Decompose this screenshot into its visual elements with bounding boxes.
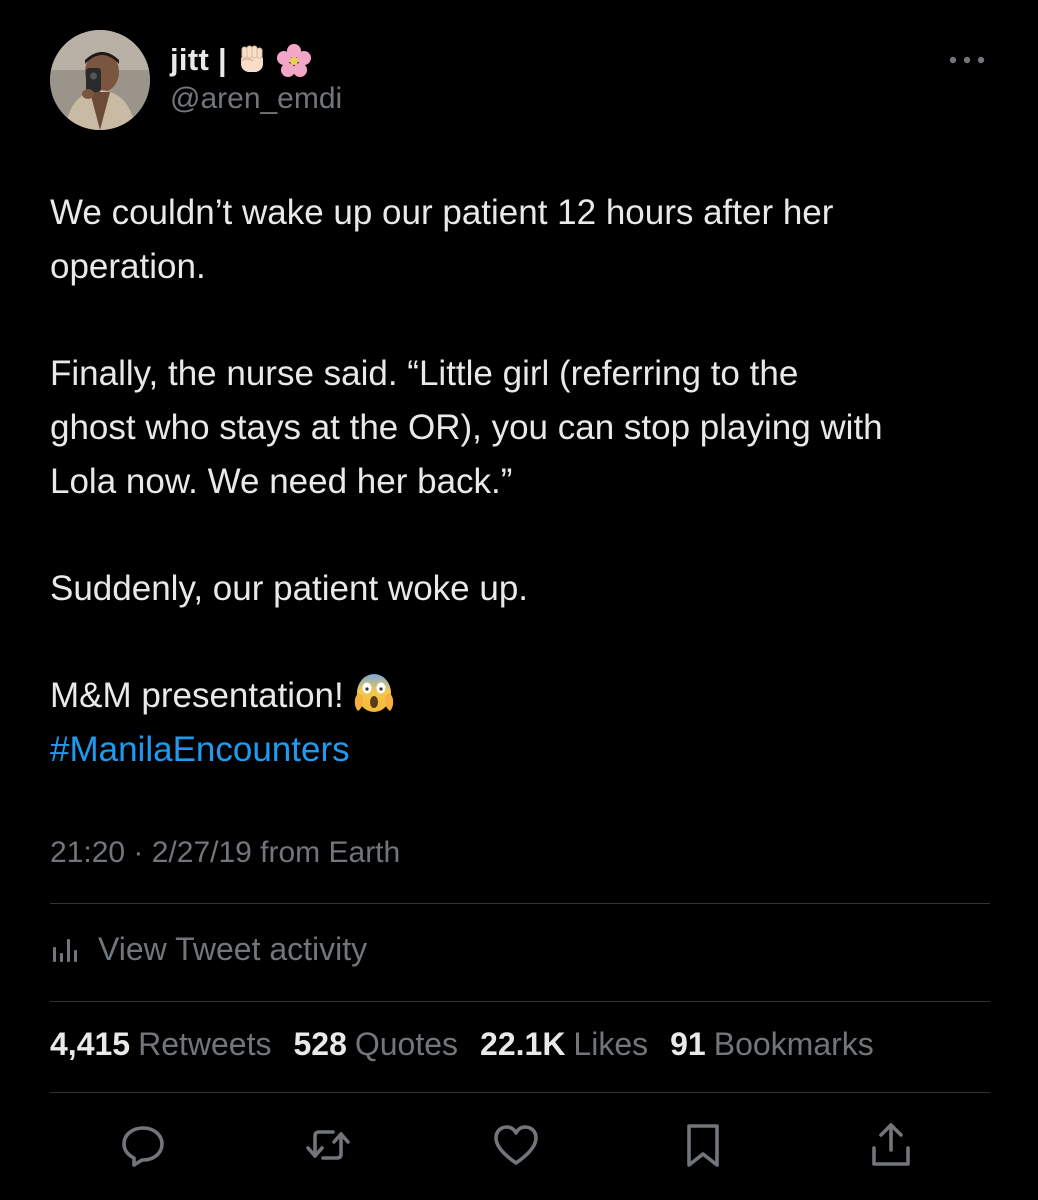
- retweet-icon[interactable]: [303, 1120, 353, 1170]
- bookmarks-label: Bookmarks: [713, 1026, 874, 1062]
- avatar[interactable]: [50, 30, 150, 130]
- tweet-line: operation.: [50, 247, 206, 286]
- face-screaming-in-fear-emoji-icon: [354, 674, 393, 712]
- likes-stat[interactable]: 22.1K Likes: [480, 1026, 648, 1063]
- raised-fist-emoji-icon: [240, 45, 263, 72]
- author-display-name[interactable]: jitt |: [170, 42, 227, 78]
- bookmarks-stat[interactable]: 91 Bookmarks: [670, 1026, 874, 1063]
- retweets-label: Retweets: [138, 1026, 272, 1062]
- share-icon[interactable]: [866, 1120, 916, 1170]
- quotes-label: Quotes: [354, 1026, 459, 1062]
- tweet-timestamp[interactable]: 21:20 · 2/27/19 from Earth: [50, 836, 400, 870]
- divider: [50, 1092, 990, 1093]
- heart-icon[interactable]: [491, 1120, 541, 1170]
- divider: [50, 1001, 990, 1002]
- tweet-paragraph: Suddenly, our patient woke up.: [50, 562, 1000, 616]
- author-handle[interactable]: @aren_emdi: [170, 82, 342, 116]
- tweet-line: ghost who stays at the OR), you can stop…: [50, 408, 883, 447]
- likes-count: 22.1K: [480, 1026, 566, 1062]
- quotes-stat[interactable]: 528 Quotes: [293, 1026, 458, 1063]
- tweet-line: Finally, the nurse said. “Little girl (r…: [50, 354, 799, 393]
- author-name-row: jitt |: [170, 38, 311, 82]
- tweet-text: We couldn’t wake up our patient 12 hours…: [50, 186, 1000, 777]
- bookmarks-count: 91: [670, 1026, 706, 1062]
- retweets-stat[interactable]: 4,415 Retweets: [50, 1026, 271, 1063]
- divider: [50, 903, 990, 904]
- tweet-line: Suddenly, our patient woke up.: [50, 569, 529, 608]
- tweet-closing-text: M&M presentation!: [50, 676, 344, 715]
- analytics-bars-icon: [53, 939, 77, 962]
- cherry-blossom-emoji-icon: [276, 44, 311, 77]
- reply-icon[interactable]: [118, 1120, 168, 1170]
- view-tweet-activity-button[interactable]: View Tweet activity: [50, 926, 367, 972]
- hashtag-link[interactable]: #ManilaEncounters: [50, 723, 1000, 777]
- tweet-action-bar: [118, 1120, 918, 1170]
- engagement-stats: 4,415 Retweets 528 Quotes 22.1K Likes 91 Boo…: [50, 1026, 874, 1063]
- tweet-paragraph: We couldn’t wake up our patient 12 hours…: [50, 186, 1000, 294]
- avatar-photo: [50, 30, 150, 130]
- likes-label: Likes: [573, 1026, 649, 1062]
- view-tweet-activity-label: View Tweet activity: [98, 930, 368, 967]
- tweet-paragraph: Finally, the nurse said. “Little girl (r…: [50, 347, 1000, 509]
- quotes-count: 528: [293, 1026, 347, 1062]
- tweet-line: We couldn’t wake up our patient 12 hours…: [50, 193, 834, 232]
- retweets-count: 4,415: [50, 1026, 131, 1062]
- tweet-paragraph: M&M presentation! #ManilaEncounters: [50, 669, 1000, 777]
- more-dots-icon[interactable]: [945, 48, 989, 72]
- bookmark-icon[interactable]: [678, 1120, 728, 1170]
- tweet-line: Lola now. We need her back.”: [50, 462, 513, 501]
- tweet-closing-line: M&M presentation!: [50, 669, 1000, 723]
